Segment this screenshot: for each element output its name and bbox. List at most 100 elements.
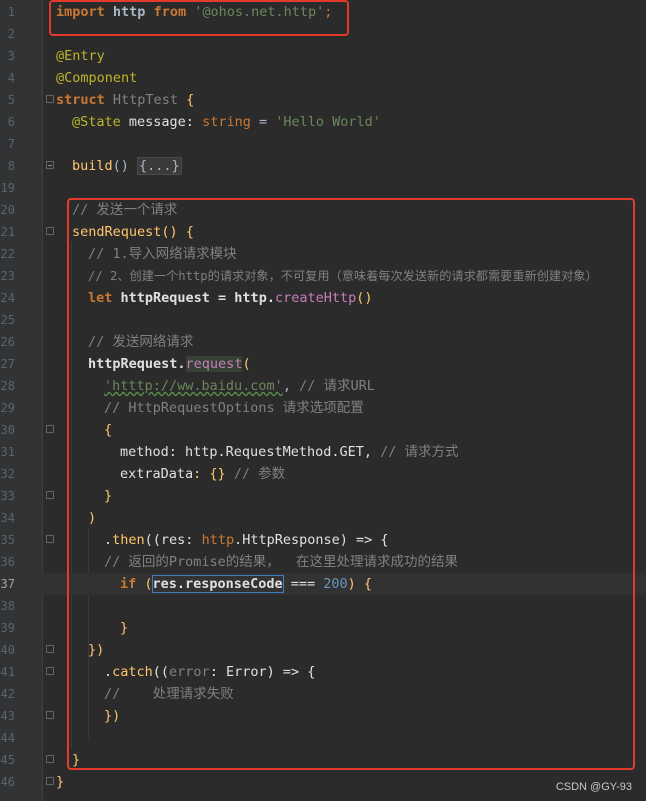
code-line-current: 37 if (res.responseCode === 200) {	[0, 573, 646, 595]
code-line: 35 .then((res: http.HttpResponse) => {	[0, 529, 646, 551]
code-line: 8 build() {...}	[0, 155, 646, 177]
code-text: })	[88, 642, 105, 658]
code-comment: // HttpRequestOptions 请求选项配置	[104, 400, 364, 416]
code-text: @State message: string = 'Hello World'	[72, 114, 381, 130]
line-number: 27	[0, 357, 15, 371]
line-number: 32	[0, 467, 15, 481]
code-line: 22 // 1.导入网络请求模块	[0, 243, 646, 265]
code-line: 21 sendRequest() {	[0, 221, 646, 243]
fold-toggle-icon[interactable]	[46, 95, 54, 103]
code-text: .catch((error: Error) => {	[104, 664, 316, 680]
fold-toggle-icon[interactable]	[46, 777, 54, 785]
line-number: 3	[7, 49, 15, 63]
code-text: extraData: {} // 参数	[120, 466, 286, 482]
code-line: 38	[0, 595, 646, 617]
code-line: 20 // 发送一个请求	[0, 199, 646, 221]
code-line: 32 extraData: {} // 参数	[0, 463, 646, 485]
line-number: 36	[0, 555, 15, 569]
line-number: 21	[0, 225, 15, 239]
code-comment: // 发送网络请求	[88, 334, 194, 350]
fold-toggle-icon[interactable]	[46, 755, 54, 763]
code-line: 39 }	[0, 617, 646, 639]
line-number: 42	[0, 687, 15, 701]
code-line: 29 // HttpRequestOptions 请求选项配置	[0, 397, 646, 419]
code-line: 19	[0, 177, 646, 199]
code-text: @Component	[56, 70, 138, 86]
line-number: 2	[7, 27, 15, 41]
line-number: 34	[0, 511, 15, 525]
code-line: 24 let httpRequest = http.createHttp()	[0, 287, 646, 309]
line-number: 24	[0, 291, 15, 305]
code-comment: // 发送一个请求	[72, 202, 178, 218]
fold-toggle-icon[interactable]	[46, 535, 54, 543]
code-editor[interactable]: 1 import http from '@ohos.net.http'; 2 3…	[0, 0, 646, 801]
line-number: 44	[0, 731, 15, 745]
line-number: 28	[0, 379, 15, 393]
code-line: 33 }	[0, 485, 646, 507]
code-line: 23 // 2、创建一个http的请求对象，不可复用（意味着每次发送新的请求都需…	[0, 265, 646, 287]
line-number: 22	[0, 247, 15, 261]
code-text: )	[88, 510, 97, 526]
fold-toggle-icon[interactable]	[46, 425, 54, 433]
code-text: let httpRequest = http.createHttp()	[88, 290, 373, 306]
line-number: 40	[0, 643, 15, 657]
line-number: 37	[0, 577, 15, 591]
line-number: 5	[7, 93, 15, 107]
code-line: 34 )	[0, 507, 646, 529]
code-line: 3 @Entry	[0, 45, 646, 67]
code-text: if (res.responseCode === 200) {	[120, 575, 372, 593]
code-text: {	[104, 422, 113, 438]
code-text: method: http.RequestMethod.GET, // 请求方式	[120, 444, 459, 460]
line-number: 38	[0, 599, 15, 613]
line-number: 43	[0, 709, 15, 723]
fold-toggle-icon[interactable]	[46, 227, 54, 235]
fold-toggle-icon[interactable]	[46, 491, 54, 499]
code-line: 30 {	[0, 419, 646, 441]
code-line: 4 @Component	[0, 67, 646, 89]
code-text: httpRequest.request(	[88, 356, 251, 372]
code-text: sendRequest() {	[72, 224, 194, 240]
line-number: 30	[0, 423, 15, 437]
collapsed-code-block[interactable]: {...}	[137, 157, 182, 175]
line-number: 7	[7, 137, 15, 151]
code-text: 'htttp://ww.baidu.com', // 请求URL	[104, 378, 375, 394]
code-line: 40 })	[0, 639, 646, 661]
line-number: 39	[0, 621, 15, 635]
line-number: 23	[0, 269, 15, 283]
code-line: 31 method: http.RequestMethod.GET, // 请求…	[0, 441, 646, 463]
line-number: 31	[0, 445, 15, 459]
code-line: 25	[0, 309, 646, 331]
code-comment: // 返回的Promise的结果， 在这里处理请求成功的结果	[104, 554, 459, 570]
code-line: 43 })	[0, 705, 646, 727]
fold-toggle-icon[interactable]	[46, 667, 54, 675]
fold-toggle-icon[interactable]	[46, 645, 54, 653]
code-text: }	[120, 620, 129, 636]
code-line: 27 httpRequest.request(	[0, 353, 646, 375]
line-number: 19	[0, 181, 15, 195]
fold-expand-icon[interactable]	[46, 161, 54, 169]
code-text: })	[104, 708, 121, 724]
line-number: 35	[0, 533, 15, 547]
code-text: }	[72, 752, 81, 768]
fold-toggle-icon[interactable]	[46, 711, 54, 719]
line-number: 25	[0, 313, 15, 327]
code-line: 7	[0, 133, 646, 155]
selected-expression[interactable]: res.responseCode	[151, 575, 284, 593]
code-comment: // 处理请求失败	[104, 686, 234, 702]
code-comment: // 1.导入网络请求模块	[88, 246, 237, 262]
code-text: build() {...}	[72, 157, 182, 175]
code-line: 36 // 返回的Promise的结果， 在这里处理请求成功的结果	[0, 551, 646, 573]
code-line: 26 // 发送网络请求	[0, 331, 646, 353]
code-text: @Entry	[56, 48, 105, 64]
code-line: 46 }	[0, 771, 646, 793]
code-line: 45 }	[0, 749, 646, 771]
code-line: 5 struct HttpTest {	[0, 89, 646, 111]
code-comment: // 2、创建一个http的请求对象，不可复用（意味着每次发送新的请求都需要重新…	[88, 269, 598, 283]
line-number: 45	[0, 753, 15, 767]
line-number: 29	[0, 401, 15, 415]
code-text: import http from '@ohos.net.http';	[56, 4, 333, 20]
code-text: }	[56, 774, 65, 790]
line-number: 41	[0, 665, 15, 679]
code-line: 42 // 处理请求失败	[0, 683, 646, 705]
line-number: 46	[0, 775, 15, 789]
